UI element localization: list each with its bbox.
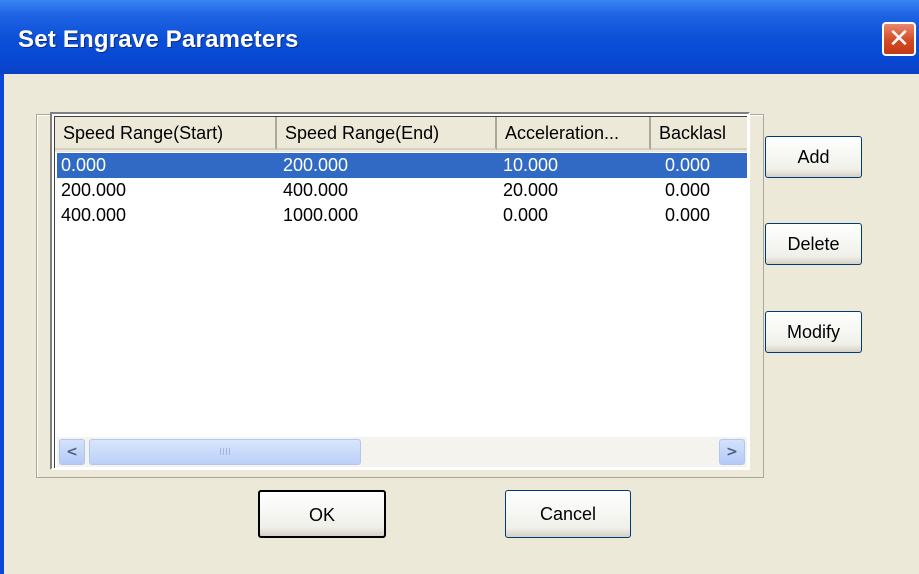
dialog-window: Set Engrave Parameters ✕ Speed Range(Sta… <box>0 0 919 574</box>
scroll-left-arrow-icon[interactable]: < <box>59 439 85 465</box>
cell-acceleration: 10.000 <box>503 155 559 175</box>
scrollbar-thumb[interactable]: IIII <box>89 439 361 465</box>
cell-speed-end: 400.000 <box>283 180 349 200</box>
modify-button[interactable]: Modify <box>765 311 862 353</box>
table-row[interactable]: 400.000 1000.000 0.000 0.000 <box>57 203 747 228</box>
parameters-list[interactable]: Speed Range(Start) Speed Range(End) Acce… <box>50 112 750 470</box>
cell-backlash: 0.000 <box>665 155 711 175</box>
close-button[interactable]: ✕ <box>882 22 916 56</box>
dialog-title: Set Engrave Parameters <box>18 26 299 53</box>
table-row[interactable]: 200.000 400.000 20.000 0.000 <box>57 178 747 203</box>
grip-icon: IIII <box>219 447 231 458</box>
column-header-speed-end[interactable]: Speed Range(End) <box>277 117 497 150</box>
column-header-speed-start[interactable]: Speed Range(Start) <box>55 117 277 150</box>
list-header: Speed Range(Start) Speed Range(End) Acce… <box>55 117 747 152</box>
column-header-acceleration[interactable]: Acceleration... <box>497 117 651 150</box>
delete-button[interactable]: Delete <box>765 223 862 265</box>
ok-button[interactable]: OK <box>258 490 386 538</box>
list-viewport: Speed Range(Start) Speed Range(End) Acce… <box>54 116 747 468</box>
cancel-button[interactable]: Cancel <box>505 490 631 538</box>
column-header-backlash[interactable]: Backlasl <box>651 117 747 150</box>
cell-speed-start: 0.000 <box>61 155 107 175</box>
cell-speed-start: 200.000 <box>61 180 127 200</box>
cell-speed-end: 200.000 <box>283 155 349 175</box>
cell-backlash: 0.000 <box>665 205 711 225</box>
cell-speed-start: 400.000 <box>61 205 127 225</box>
close-icon: ✕ <box>888 24 910 54</box>
cell-speed-end: 1000.000 <box>283 205 359 225</box>
cell-acceleration: 0.000 <box>503 205 549 225</box>
horizontal-scrollbar[interactable]: < IIII > <box>57 437 747 467</box>
scroll-right-arrow-icon[interactable]: > <box>719 439 745 465</box>
add-button[interactable]: Add <box>765 136 862 178</box>
title-bar[interactable]: Set Engrave Parameters ✕ <box>0 0 919 74</box>
table-row[interactable]: 0.000 200.000 10.000 0.000 <box>57 153 747 178</box>
cell-acceleration: 20.000 <box>503 180 559 200</box>
cell-backlash: 0.000 <box>665 180 711 200</box>
